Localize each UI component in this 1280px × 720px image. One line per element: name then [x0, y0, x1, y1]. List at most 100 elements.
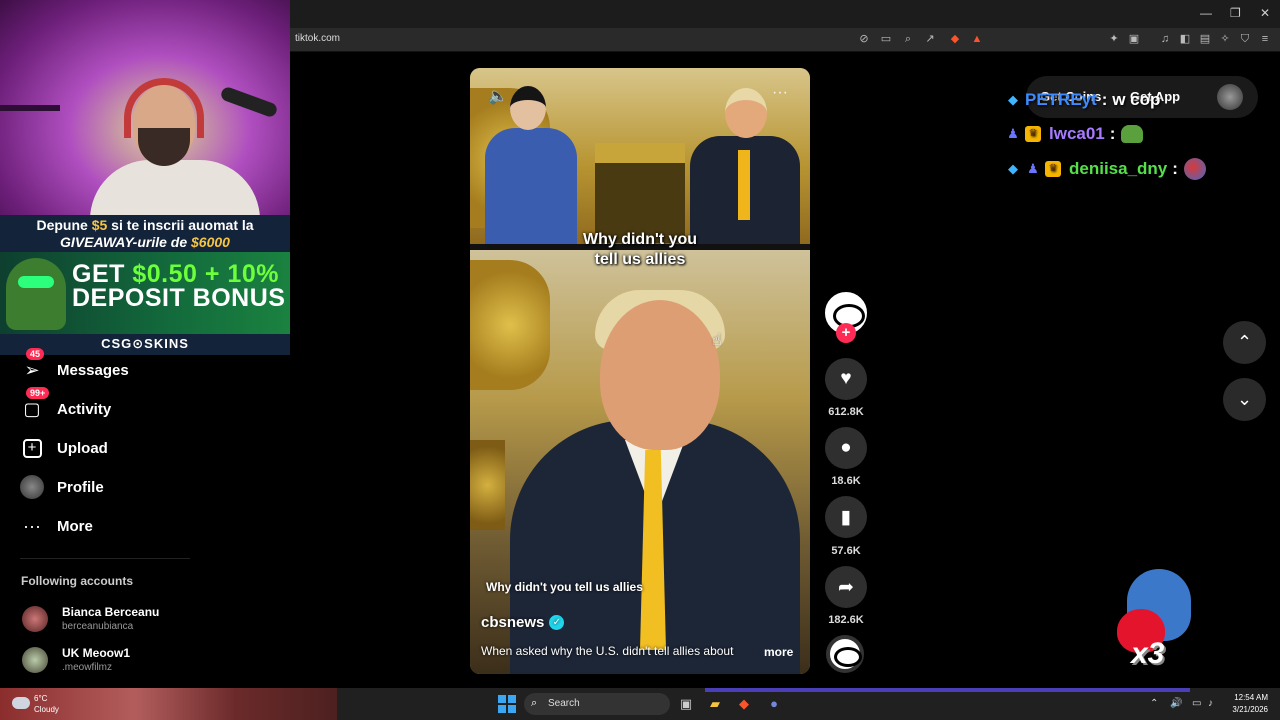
- vpn-icon[interactable]: ⛉: [1238, 32, 1252, 46]
- sidebar-divider: [20, 558, 190, 559]
- share-button[interactable]: ➦: [825, 566, 867, 608]
- tab-icon[interactable]: ▣: [1127, 32, 1141, 46]
- chat-username: PETREyt: [1025, 90, 1097, 109]
- sidebar-icon[interactable]: ◧: [1178, 32, 1192, 46]
- avatar: [20, 475, 44, 499]
- maximize-button[interactable]: ❐: [1230, 6, 1241, 20]
- woman-figure: [485, 128, 577, 244]
- minimize-button[interactable]: —: [1200, 6, 1212, 20]
- promo-line-2: GIVEAWAY-urile de $6000: [60, 234, 230, 250]
- browser-titlebar: — ❐ ✕: [290, 0, 1280, 28]
- following-account[interactable]: UK Meoow1 .meowfilmz: [22, 646, 130, 673]
- like-count: 612.8K: [828, 406, 864, 418]
- video-player[interactable]: 🔈 ··· Why didn't you tell us allies Why …: [470, 68, 810, 674]
- more-options-icon[interactable]: ···: [772, 84, 788, 102]
- follow-button[interactable]: +: [836, 323, 856, 343]
- task-view-icon[interactable]: ▣: [676, 694, 696, 714]
- promo-brand-logo: CSG⊙SKINS: [101, 336, 189, 351]
- woman-head: [510, 86, 546, 130]
- sidebar-item-messages[interactable]: ➢ 45 Messages: [20, 348, 129, 383]
- media-icon[interactable]: ♫: [1158, 32, 1172, 46]
- chat-message: ◆ ♟ ♛ deniisa_dny :: [1005, 158, 1206, 180]
- promo-headline: GET $0.50 + 10% DEPOSIT BONUS: [72, 260, 286, 312]
- bookmark-icon: ▮: [840, 506, 852, 528]
- sidebar-item-more[interactable]: ··· More: [20, 513, 93, 539]
- cloud-icon: [12, 697, 30, 709]
- share-icon[interactable]: ↗: [923, 32, 937, 46]
- zoom-icon[interactable]: ⌕: [901, 32, 915, 46]
- address-bar[interactable]: tiktok.com ⊘ ▭ ⌕ ↗ ◆ ▲ ✦ ▣ ♫ ◧ ▤ ✧ ⛉ ≡: [290, 28, 1280, 52]
- video-bottom-frame: [470, 250, 810, 674]
- cast-icon[interactable]: ▭: [879, 32, 893, 46]
- extensions-icon[interactable]: ✦: [1107, 32, 1121, 46]
- video-top-frame: [470, 68, 810, 246]
- discord-icon[interactable]: ●: [764, 694, 784, 714]
- sidebar-item-activity[interactable]: ▢ 99+ Activity: [20, 387, 112, 422]
- sidebar-item-label: Activity: [57, 400, 112, 418]
- previous-video-button[interactable]: ⌃: [1223, 321, 1266, 364]
- file-explorer-icon[interactable]: ▰: [705, 694, 725, 714]
- user-badge-icon: ♟: [1027, 161, 1039, 176]
- paper-plane-icon: ➢ 45: [20, 348, 45, 382]
- brave-rewards-icon[interactable]: ▲: [970, 32, 984, 46]
- leo-ai-icon[interactable]: ✧: [1218, 32, 1232, 46]
- taskbar-search-box[interactable]: [524, 693, 670, 715]
- clock-date[interactable]: 3/21/2026: [1222, 705, 1268, 714]
- chevron-up-icon: ⌃: [1236, 332, 1253, 352]
- chat-username: lwca01: [1049, 124, 1105, 143]
- volume-icon[interactable]: 🔈: [488, 86, 508, 106]
- activity-badge: 99+: [26, 387, 50, 399]
- taskbar-accent-strip: [705, 688, 1190, 692]
- like-button[interactable]: ♥: [825, 358, 867, 400]
- sidebar-item-label: Upload: [57, 439, 108, 457]
- promo-overlay: Depune $5 si te inscrii auomat la GIVEAW…: [0, 215, 290, 355]
- no-tracking-icon[interactable]: ⊘: [857, 32, 871, 46]
- tray-overflow-icon[interactable]: ⌃: [1150, 698, 1158, 709]
- close-button[interactable]: ✕: [1260, 6, 1270, 20]
- wallet-icon[interactable]: ▤: [1198, 32, 1212, 46]
- speaker-icon[interactable]: ♪: [1208, 698, 1213, 709]
- avatar[interactable]: [1217, 84, 1243, 110]
- chat-text: :: [1172, 159, 1178, 178]
- search-icon: ⌕: [531, 697, 538, 709]
- next-video-button[interactable]: ⌄: [1223, 378, 1266, 421]
- streamer-shirt: [90, 160, 260, 215]
- comment-button[interactable]: ●: [825, 427, 867, 469]
- windows-start-icon[interactable]: [498, 695, 516, 713]
- avatar: [22, 605, 48, 632]
- gold-decor: [470, 440, 505, 530]
- headphones: [124, 78, 204, 138]
- brave-shields-icon[interactable]: ◆: [948, 32, 962, 46]
- brave-browser-icon[interactable]: ◆: [734, 694, 754, 714]
- verified-badge-icon: ✓: [549, 615, 565, 630]
- video-caption: Why didn't you tell us allies: [486, 580, 643, 594]
- gift-multiplier: x3: [1131, 637, 1165, 670]
- crown-badge-icon: ♛: [1045, 161, 1061, 177]
- video-author[interactable]: cbsnews ✓: [481, 614, 565, 631]
- chat-text: : w cop: [1101, 90, 1161, 109]
- following-account[interactable]: Bianca Berceanu berceanubianca: [22, 605, 159, 632]
- display-icon[interactable]: ▭: [1192, 698, 1201, 709]
- weather-widget[interactable]: [0, 688, 337, 720]
- music-disc[interactable]: [826, 635, 864, 673]
- crown-badge-icon: ♛: [1025, 126, 1041, 142]
- sidebar-item-upload[interactable]: + Upload: [20, 435, 108, 461]
- menu-icon[interactable]: ≡: [1258, 32, 1272, 46]
- save-button[interactable]: ▮: [825, 496, 867, 538]
- taskbar-search-label: Search: [548, 698, 580, 709]
- author-name[interactable]: cbsnews: [481, 614, 544, 631]
- inbox-icon: ▢ 99+: [20, 387, 50, 421]
- volume-icon[interactable]: 🔊: [1170, 698, 1182, 709]
- video-overlay-caption: Why didn't you tell us allies: [582, 231, 697, 268]
- url-text[interactable]: tiktok.com: [295, 33, 340, 44]
- sidebar-item-profile[interactable]: Profile: [20, 474, 104, 500]
- chat-message: ♟ ♛ lwca01 :: [1005, 124, 1144, 144]
- clock-time[interactable]: 12:54 AM: [1228, 693, 1268, 702]
- bird-emote-icon: [1183, 158, 1206, 180]
- share-arrow-icon: ➦: [838, 576, 854, 598]
- comment-icon: ●: [840, 437, 852, 458]
- more-link[interactable]: more: [764, 645, 793, 659]
- man-face: [600, 300, 720, 450]
- man-head: [725, 88, 767, 138]
- chat-message: ◆ PETREyt : w cop: [1005, 90, 1160, 110]
